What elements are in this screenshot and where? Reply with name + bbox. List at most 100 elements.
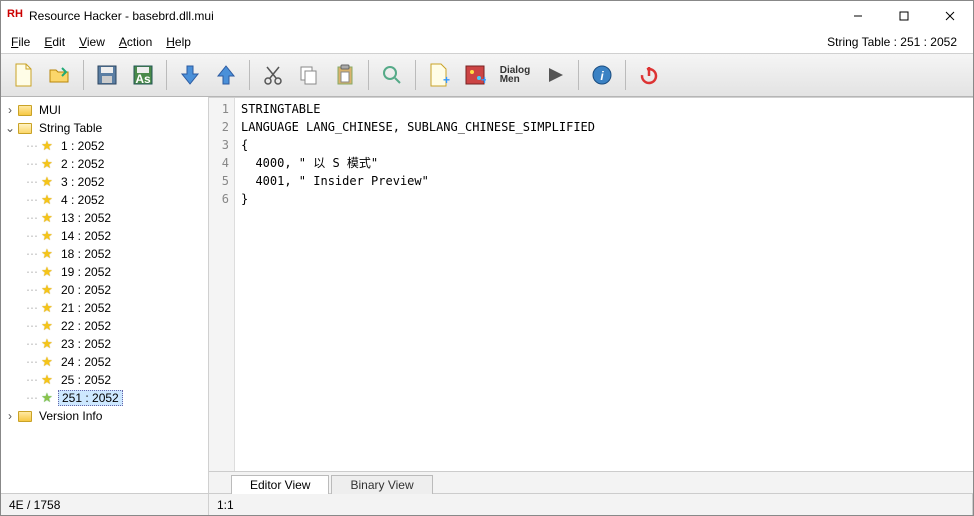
tree-item[interactable]: ⋯★21 : 2052 bbox=[1, 299, 208, 317]
toolbar-separator bbox=[249, 60, 250, 90]
menu-file[interactable]: File bbox=[11, 35, 30, 49]
tab-editor-view[interactable]: Editor View bbox=[231, 475, 329, 494]
code-content[interactable]: STRINGTABLE LANGUAGE LANG_CHINESE, SUBLA… bbox=[235, 98, 973, 471]
tree-item[interactable]: ⋯★1 : 2052 bbox=[1, 137, 208, 155]
star-icon: ★ bbox=[39, 318, 55, 334]
tree-item-label: 3 : 2052 bbox=[58, 175, 107, 189]
tree-branch: ⋯ bbox=[25, 319, 39, 333]
tree-item[interactable]: ⋯★24 : 2052 bbox=[1, 353, 208, 371]
toolbar-separator bbox=[368, 60, 369, 90]
editor-panel: 123456 STRINGTABLE LANGUAGE LANG_CHINESE… bbox=[209, 97, 973, 493]
toolbar-separator bbox=[625, 60, 626, 90]
tree-branch: ⋯ bbox=[25, 193, 39, 207]
open-file-button[interactable] bbox=[43, 58, 77, 92]
tree-item[interactable]: ⋯★2 : 2052 bbox=[1, 155, 208, 173]
tree-label: String Table bbox=[36, 121, 105, 135]
tree-item-label: 19 : 2052 bbox=[58, 265, 114, 279]
folder-icon bbox=[17, 102, 33, 118]
tree-node-versioninfo[interactable]: › Version Info bbox=[1, 407, 208, 425]
tree-item[interactable]: ⋯★20 : 2052 bbox=[1, 281, 208, 299]
toolbar-separator bbox=[166, 60, 167, 90]
tree-label: Version Info bbox=[36, 409, 105, 423]
tree-item[interactable]: ⋯★251 : 2052 bbox=[1, 389, 208, 407]
tree-branch: ⋯ bbox=[25, 229, 39, 243]
info-button[interactable]: i bbox=[585, 58, 619, 92]
tree-item-label: 18 : 2052 bbox=[58, 247, 114, 261]
tree-item[interactable]: ⋯★13 : 2052 bbox=[1, 209, 208, 227]
star-icon: ★ bbox=[39, 210, 55, 226]
star-icon: ★ bbox=[39, 354, 55, 370]
tree-node-stringtable[interactable]: ⌄ String Table bbox=[1, 119, 208, 137]
tree-branch: ⋯ bbox=[25, 301, 39, 315]
copy-button[interactable] bbox=[292, 58, 326, 92]
star-icon: ★ bbox=[39, 138, 55, 154]
star-icon: ★ bbox=[39, 156, 55, 172]
collapse-icon[interactable]: ⌄ bbox=[3, 121, 17, 135]
save-as-button[interactable]: As bbox=[126, 58, 160, 92]
tree-node-mui[interactable]: › MUI bbox=[1, 101, 208, 119]
add-binary-button[interactable]: + bbox=[458, 58, 492, 92]
tree-item[interactable]: ⋯★14 : 2052 bbox=[1, 227, 208, 245]
tab-binary-view[interactable]: Binary View bbox=[331, 475, 432, 494]
star-icon: ★ bbox=[39, 300, 55, 316]
maximize-button[interactable] bbox=[881, 1, 927, 31]
tree-branch: ⋯ bbox=[25, 265, 39, 279]
folder-icon bbox=[17, 408, 33, 424]
menu-help[interactable]: Help bbox=[166, 35, 191, 49]
search-button[interactable] bbox=[375, 58, 409, 92]
tree-branch: ⋯ bbox=[25, 283, 39, 297]
dialog-menu-button[interactable]: Dialog Men bbox=[494, 58, 536, 92]
tree-item[interactable]: ⋯★23 : 2052 bbox=[1, 335, 208, 353]
minimize-button[interactable] bbox=[835, 1, 881, 31]
tree-branch: ⋯ bbox=[25, 337, 39, 351]
menu-action[interactable]: Action bbox=[119, 35, 152, 49]
tree-item[interactable]: ⋯★22 : 2052 bbox=[1, 317, 208, 335]
star-icon: ★ bbox=[39, 390, 55, 406]
resource-tree[interactable]: › MUI ⌄ String Table ⋯★1 : 2052⋯★2 : 205… bbox=[1, 97, 209, 493]
status-position: 1:1 bbox=[209, 494, 973, 515]
power-button[interactable] bbox=[632, 58, 666, 92]
star-icon: ★ bbox=[39, 336, 55, 352]
tree-item-label: 24 : 2052 bbox=[58, 355, 114, 369]
star-icon: ★ bbox=[39, 372, 55, 388]
tree-item[interactable]: ⋯★19 : 2052 bbox=[1, 263, 208, 281]
tree-item[interactable]: ⋯★4 : 2052 bbox=[1, 191, 208, 209]
tree-label: MUI bbox=[36, 103, 64, 117]
menubar: File Edit View Action Help String Table … bbox=[1, 31, 973, 53]
tree-item-label: 23 : 2052 bbox=[58, 337, 114, 351]
tree-branch: ⋯ bbox=[25, 247, 39, 261]
expand-icon[interactable]: › bbox=[3, 103, 17, 117]
toolbar-separator bbox=[415, 60, 416, 90]
folder-open-icon bbox=[17, 120, 33, 136]
star-icon: ★ bbox=[39, 282, 55, 298]
export-button[interactable] bbox=[209, 58, 243, 92]
svg-text:+: + bbox=[443, 73, 450, 87]
context-label: String Table : 251 : 2052 bbox=[827, 35, 963, 49]
run-button[interactable] bbox=[538, 58, 572, 92]
menu-view[interactable]: View bbox=[79, 35, 105, 49]
tree-item-label: 13 : 2052 bbox=[58, 211, 114, 225]
tree-item-label: 21 : 2052 bbox=[58, 301, 114, 315]
tree-branch: ⋯ bbox=[25, 157, 39, 171]
star-icon: ★ bbox=[39, 264, 55, 280]
tree-item[interactable]: ⋯★25 : 2052 bbox=[1, 371, 208, 389]
import-button[interactable] bbox=[173, 58, 207, 92]
tree-item-label: 22 : 2052 bbox=[58, 319, 114, 333]
add-resource-button[interactable]: + bbox=[422, 58, 456, 92]
expand-icon[interactable]: › bbox=[3, 409, 17, 423]
toolbar-separator bbox=[578, 60, 579, 90]
close-button[interactable] bbox=[927, 1, 973, 31]
code-editor[interactable]: 123456 STRINGTABLE LANGUAGE LANG_CHINESE… bbox=[209, 97, 973, 471]
tree-item-label: 2 : 2052 bbox=[58, 157, 107, 171]
new-file-button[interactable] bbox=[7, 58, 41, 92]
paste-button[interactable] bbox=[328, 58, 362, 92]
save-button[interactable] bbox=[90, 58, 124, 92]
tree-item[interactable]: ⋯★18 : 2052 bbox=[1, 245, 208, 263]
window-title: Resource Hacker - basebrd.dll.mui bbox=[29, 9, 214, 23]
titlebar: RH Resource Hacker - basebrd.dll.mui bbox=[1, 1, 973, 31]
main-area: › MUI ⌄ String Table ⋯★1 : 2052⋯★2 : 205… bbox=[1, 97, 973, 493]
status-bar: 4E / 1758 1:1 bbox=[1, 493, 973, 515]
menu-edit[interactable]: Edit bbox=[44, 35, 65, 49]
cut-button[interactable] bbox=[256, 58, 290, 92]
tree-item[interactable]: ⋯★3 : 2052 bbox=[1, 173, 208, 191]
